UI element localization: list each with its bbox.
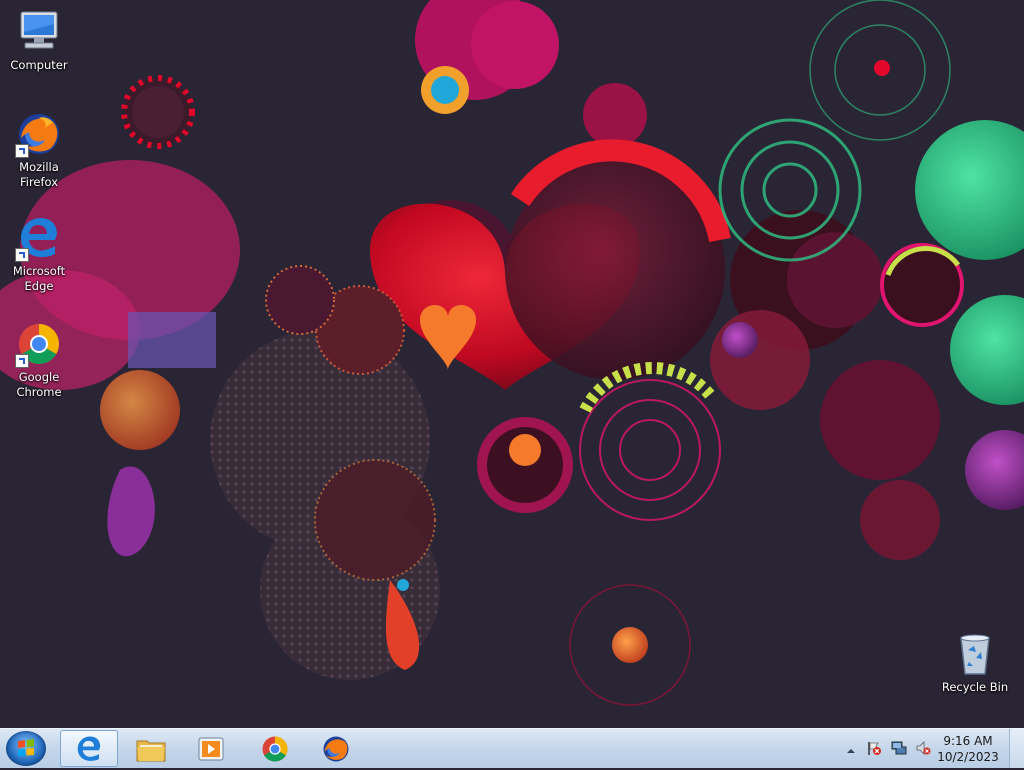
- firefox-icon: [323, 736, 349, 761]
- volume-muted-icon[interactable]: [915, 740, 931, 756]
- desktop-icon-edge[interactable]: Microsoft Edge: [3, 214, 75, 294]
- desktop-icon-firefox[interactable]: Mozilla Firefox: [3, 110, 75, 190]
- clock-date: 10/2/2023: [937, 750, 999, 764]
- shortcut-arrow-icon: [15, 144, 29, 158]
- edge-icon: [15, 214, 63, 262]
- taskbar-file-explorer-button[interactable]: [122, 730, 180, 767]
- file-explorer-icon: [136, 740, 166, 761]
- computer-icon: [15, 8, 63, 56]
- media-player-icon: [198, 737, 224, 760]
- desktop-icon-label: Microsoft: [12, 264, 66, 278]
- chrome-icon: [262, 736, 288, 761]
- action-center-flag-icon[interactable]: [866, 740, 882, 756]
- taskbar-edge-button[interactable]: [60, 730, 118, 767]
- shortcut-arrow-icon: [15, 354, 29, 368]
- desktop-icon-label: Firefox: [19, 175, 59, 189]
- desktop-icon-label: Recycle Bin: [941, 680, 1009, 694]
- show-desktop-button[interactable]: [1009, 729, 1024, 768]
- desktop-icon-computer[interactable]: Computer: [3, 8, 75, 73]
- desktop-icon-recycle-bin[interactable]: Recycle Bin: [939, 630, 1011, 695]
- taskbar-media-player-button[interactable]: [182, 730, 240, 767]
- desktop-icon-label: Computer: [10, 58, 68, 72]
- windows-logo-icon: [18, 739, 34, 757]
- desktop-icon-chrome[interactable]: Google Chrome: [3, 320, 75, 400]
- show-hidden-icons-icon[interactable]: [845, 742, 857, 754]
- taskbar-chrome-button[interactable]: [246, 730, 304, 767]
- desktop-icon-label: Mozilla: [19, 160, 59, 174]
- clock-time: 9:16 AM: [943, 734, 993, 748]
- network-icon[interactable]: [891, 740, 907, 756]
- firefox-icon: [15, 110, 63, 158]
- start-button[interactable]: [6, 731, 46, 766]
- taskbar: 9:16 AM 10/2/2023: [0, 728, 1024, 768]
- taskbar-firefox-button[interactable]: [307, 730, 365, 767]
- recycle-bin-icon: [951, 630, 999, 678]
- chrome-icon: [15, 320, 63, 368]
- desktop-wallpaper: [0, 0, 1024, 728]
- desktop-icon-label: Google: [18, 370, 60, 384]
- system-clock[interactable]: 9:16 AM 10/2/2023: [936, 733, 1000, 765]
- desktop-icon-label: Edge: [24, 279, 54, 293]
- edge-icon: [77, 736, 101, 761]
- desktop-icon-label: Chrome: [16, 385, 62, 399]
- shortcut-arrow-icon: [15, 248, 29, 262]
